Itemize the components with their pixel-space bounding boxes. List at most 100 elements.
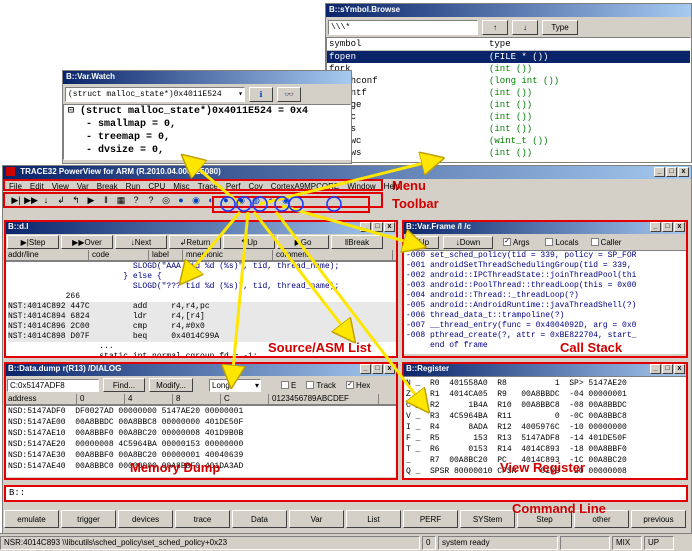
status-empty-1 [560, 535, 610, 550]
symbol-type: (long int ()) [489, 76, 560, 86]
softkey-previous[interactable]: previous [631, 510, 686, 528]
menu-item-perf[interactable]: Perf [226, 181, 241, 191]
softkey-var[interactable]: Var [289, 510, 344, 528]
watch-expression-input[interactable]: (struct malloc_state*)0x4011E524 ▾ [65, 86, 245, 102]
close-icon[interactable]: x [678, 167, 689, 177]
step-down-icon[interactable]: ↓ [39, 193, 53, 207]
menu-item-window[interactable]: Window [347, 181, 375, 191]
softkey-trace[interactable]: trace [175, 510, 230, 528]
return-icon[interactable]: ↲ [54, 193, 68, 207]
menu-item-misc[interactable]: Misc [173, 181, 189, 191]
symbol-filter-row: \\\* ↑ ↓ Type [326, 17, 691, 37]
symbol-rows: fopen (FILE * ()) fork (int ()) fpathconf (lo… [327, 51, 690, 159]
command-line-input[interactable]: B:: [4, 485, 688, 502]
softkey-devices[interactable]: devices [118, 510, 173, 528]
symbol-type: (int ()) [489, 124, 533, 134]
main-title: TRACE32 PowerView for ARM (R.2010.04.000… [20, 167, 221, 176]
up-icon[interactable]: ↰ [69, 193, 83, 207]
app-icon [6, 167, 15, 177]
status-up: UP [644, 535, 674, 550]
watch-line[interactable]: - smallmap = 0, [68, 118, 350, 131]
annotation-view-register: View Register [500, 460, 586, 475]
toolbar-list-icon[interactable]: ◉ [189, 193, 203, 207]
symbol-type: (int ()) [489, 112, 533, 122]
symbol-title-bar: B::sYmbol.Browse [326, 4, 691, 17]
softkey-emulate[interactable]: emulate [4, 510, 59, 528]
softkey-system[interactable]: SYStem [460, 510, 515, 528]
symbol-row[interactable]: fpathconf (long int ()) [327, 75, 690, 87]
step-over-icon[interactable]: ▶▶ [24, 193, 38, 207]
menu-item-trace[interactable]: Trace [198, 181, 218, 191]
toolbar-var-icon[interactable]: ● [174, 193, 188, 207]
symbol-row[interactable]: fork (int ()) [327, 63, 690, 75]
symbol-type: (int ()) [489, 64, 533, 74]
go-icon[interactable]: ▶ [84, 193, 98, 207]
annotation-command-line: Command Line [512, 501, 606, 516]
watch-view-button[interactable]: ℹ [249, 86, 273, 102]
toolbar-highlight-box [212, 196, 370, 213]
menu-item-break[interactable]: Break [97, 181, 118, 191]
frame-highlight-box [402, 220, 688, 358]
breakpoint-icon[interactable]: ? [129, 193, 143, 207]
symbol-up-button[interactable]: ↑ [482, 19, 508, 35]
symbol-header: symbol type [327, 38, 690, 51]
symbol-type-button[interactable]: Type [542, 19, 578, 35]
menu-item-run[interactable]: Run [126, 181, 141, 191]
status-location: NSR:4014C893 \\libcutils\sched_policy\se… [0, 535, 420, 550]
symbol-type: (wint_t ()) [489, 136, 549, 146]
list-icon[interactable]: ▦ [114, 193, 128, 207]
symbol-row[interactable]: fpurge(int ()) [327, 99, 690, 111]
help-icon[interactable]: ? [144, 193, 158, 207]
symbol-row[interactable]: fprintf(int ()) [327, 87, 690, 99]
status-state: system ready [438, 535, 558, 550]
sync-icon[interactable]: ◎ [159, 193, 173, 207]
break-icon[interactable]: ‖ [99, 193, 113, 207]
symbol-down-button[interactable]: ↓ [512, 19, 538, 35]
step-into-icon[interactable]: ▶| [9, 193, 23, 207]
symbol-type: (FILE * ()) [489, 52, 549, 62]
watch-line[interactable]: ⊟ (struct malloc_state*)0x4011E524 = 0x4 [68, 105, 350, 118]
symbol-col-header: symbol [329, 39, 362, 49]
status-mix: MIX [612, 535, 642, 550]
main-title-bar: TRACE32 PowerView for ARM (R.2010.04.000… [3, 166, 691, 179]
watch-line[interactable]: - treemap = 0, [68, 131, 350, 144]
menu-item-edit[interactable]: Edit [30, 181, 44, 191]
menu-item-cov[interactable]: Cov [249, 181, 263, 191]
maximize-icon[interactable]: □ [666, 167, 677, 177]
watch-body: ⊟ (struct malloc_state*)0x4011E524 = 0x4… [63, 104, 351, 160]
symbol-row[interactable]: fputs(int ()) [327, 123, 690, 135]
symbol-list: symbol type fopen (FILE * ()) fork (int ())… [326, 37, 691, 162]
watch-expression-value: (struct malloc_state*)0x4011E524 [68, 89, 222, 99]
menu-item-var[interactable]: Var [77, 181, 89, 191]
softkey-data[interactable]: Data [232, 510, 287, 528]
var-watch-window: B::Var.Watch (struct malloc_state*)0x401… [62, 70, 352, 164]
chevron-down-icon: ▾ [238, 89, 243, 99]
symbol-row[interactable]: fputc(int ()) [327, 111, 690, 123]
annotation-call-stack: Call Stack [560, 340, 623, 355]
softkey-perf[interactable]: PERF [403, 510, 458, 528]
symbol-filter-input[interactable]: \\\* [328, 19, 478, 35]
watch-line[interactable]: - dvsize = 0, [68, 144, 350, 157]
minimize-icon[interactable]: _ [654, 167, 665, 177]
symbol-row[interactable]: fputws(int ()) [327, 147, 690, 159]
menu-bar: File Edit View Var Break Run CPU Misc Trace Perf C… [3, 179, 400, 191]
status-zero: 0 [422, 535, 436, 550]
symbol-type-label: Type [551, 22, 569, 32]
menu-item-file[interactable]: File [9, 181, 22, 191]
menu-item-cpu[interactable]: CPU [148, 181, 165, 191]
menu-item-cortexa9mpcore[interactable]: CortexA9MPCORE [271, 181, 339, 191]
softkey-list[interactable]: List [346, 510, 401, 528]
watch-title-bar: B::Var.Watch [63, 71, 351, 84]
list-highlight-box [4, 220, 398, 358]
annotation-memory-dump: Memory Dump [130, 460, 221, 475]
watch-title: B::Var.Watch [66, 72, 116, 81]
symbol-type: (int ()) [489, 88, 533, 98]
command-line-text: B:: [9, 488, 26, 498]
softkey-trigger[interactable]: trigger [61, 510, 116, 528]
symbol-row[interactable]: fopen (FILE * ()) [327, 51, 690, 63]
symbol-row[interactable]: fputwc(wint_t ()) [327, 135, 690, 147]
symbol-name: fopen [329, 52, 357, 62]
watch-watch-button[interactable]: 👓 [277, 86, 301, 102]
symbol-type: (int ()) [489, 148, 533, 158]
menu-item-view[interactable]: View [52, 181, 69, 191]
